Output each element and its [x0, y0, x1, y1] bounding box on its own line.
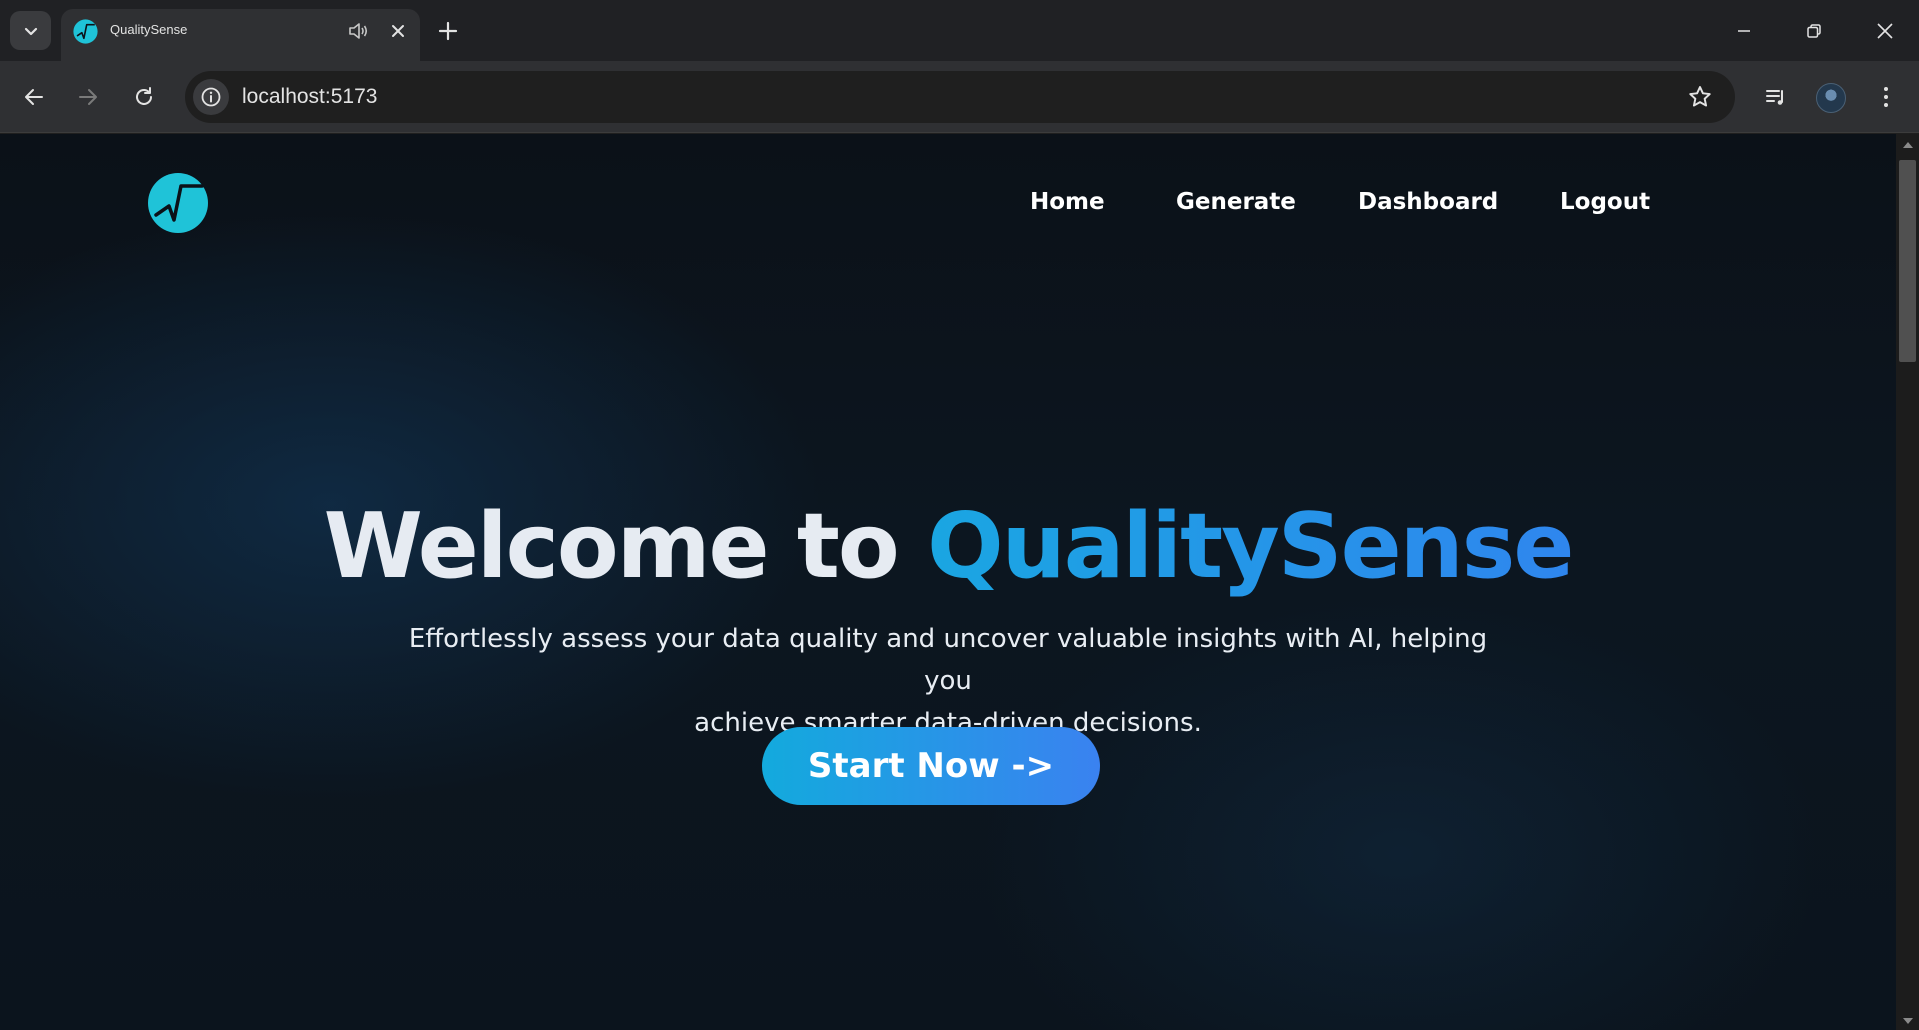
back-icon [25, 89, 43, 105]
forward-icon [79, 89, 97, 105]
hero-title-prefix: Welcome to [323, 494, 900, 599]
menu-dots-icon [1884, 87, 1888, 107]
browser-tab[interactable]: QualitySense [61, 9, 420, 61]
nav-logout[interactable]: Logout [1560, 189, 1650, 215]
close-icon[interactable] [386, 19, 410, 43]
avatar[interactable] [1816, 83, 1846, 113]
hero-subtitle: Effortlessly assess your data quality an… [398, 618, 1498, 744]
restore-icon [1807, 24, 1821, 38]
qualitysense-logo-icon[interactable] [147, 172, 209, 234]
tab-title: QualitySense [110, 22, 188, 37]
back-button[interactable] [18, 81, 50, 113]
reload-icon [136, 87, 152, 105]
site-info-button[interactable] [193, 79, 229, 115]
site-info-icon [201, 87, 221, 107]
page-viewport: Home Generate Dashboard Logout Welcome t… [0, 134, 1896, 1030]
tab-strip: QualitySense [0, 0, 1919, 61]
chevron-down-icon [24, 27, 37, 35]
qualitysense-logo-icon [73, 19, 98, 44]
hero-subtitle-line1: Effortlessly assess your data quality an… [408, 624, 1488, 696]
minimize-button[interactable] [1729, 16, 1759, 46]
media-controls-icon [1766, 90, 1783, 105]
hero-title: Welcome to QualitySense [0, 494, 1896, 599]
tab-search-button[interactable] [10, 11, 51, 50]
menu-button[interactable] [1870, 81, 1902, 113]
new-tab-icon[interactable] [435, 18, 461, 44]
scroll-down-arrow-icon[interactable] [1903, 1018, 1913, 1024]
vertical-scrollbar[interactable] [1896, 134, 1919, 1030]
forward-button[interactable] [72, 81, 104, 113]
url-text[interactable]: localhost:5173 [242, 85, 377, 109]
nav-dashboard[interactable]: Dashboard [1358, 189, 1498, 215]
restore-button[interactable] [1799, 16, 1829, 46]
minimize-icon [1738, 30, 1750, 32]
bookmark-star-icon[interactable] [1687, 84, 1713, 110]
reload-button[interactable] [128, 81, 160, 113]
start-now-button[interactable]: Start Now -> [762, 727, 1100, 805]
browser-toolbar: localhost:5173 [0, 61, 1919, 133]
media-controls-button[interactable] [1760, 81, 1792, 113]
nav-home[interactable]: Home [1030, 189, 1105, 215]
address-bar[interactable]: localhost:5173 [185, 71, 1735, 123]
nav-generate[interactable]: Generate [1176, 189, 1296, 215]
scroll-up-arrow-icon[interactable] [1903, 142, 1913, 148]
window-close-button[interactable] [1870, 16, 1900, 46]
hero-title-brand: QualitySense [927, 494, 1574, 599]
audio-icon[interactable] [346, 19, 370, 43]
window-close-icon [1877, 23, 1893, 39]
scrollbar-thumb[interactable] [1899, 160, 1916, 362]
